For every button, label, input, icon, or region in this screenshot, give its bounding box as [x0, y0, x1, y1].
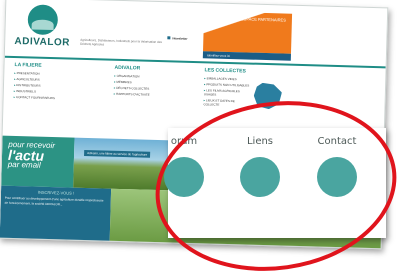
menu-item[interactable]: AGRICULTEURS [14, 77, 55, 82]
promo-line-3: par email [7, 159, 41, 170]
info-panel: INSCRIVEZ-VOUS ! Pour contribuer au déve… [0, 185, 112, 243]
menu-item[interactable]: DISTRIBUTEURS [14, 83, 55, 88]
menu-item[interactable]: ORGANISATION [114, 74, 150, 79]
menu-column-collectes: LES COLLECTES EMBALLAGES VIDES PRODUITS … [203, 67, 250, 109]
menu-item[interactable]: EMBALLAGES VIDES [204, 76, 250, 81]
partner-login-bar[interactable]: Identifiez-vous ici [202, 51, 291, 61]
menu-column-filiere: LA FILIERE PRESENTATION AGRICULTEURS DIS… [14, 62, 56, 102]
column-title: LA FILIERE [14, 61, 42, 69]
menu-column-adivalor: ADIVALOR ORGANISATION MEMBRES DÉCHETS CO… [114, 65, 151, 99]
tagline: Agriculteurs, Distributeurs, Industriels… [80, 37, 162, 47]
logo-emblem-icon [27, 4, 59, 36]
info-text: Pour contribuer au développement d'une a… [4, 195, 104, 207]
menu-item[interactable]: INDUSTRIELS [14, 89, 55, 94]
newsletter-promo[interactable]: pour recevoir l'actu par email [1, 135, 75, 188]
menu-item[interactable]: PRESENTATION [14, 71, 55, 76]
logo[interactable]: ADIVALOR [13, 4, 72, 49]
newsletter-link[interactable]: Newsletter [167, 36, 188, 41]
menu-item[interactable]: PRODUITS NON UTILISABLES [204, 82, 250, 87]
partner-area[interactable]: ESPACE PARTENAIRES Identifiez-vous ici [202, 11, 293, 61]
menu-item[interactable]: CONTACT FOURNISSEURS [14, 95, 55, 100]
menu-item[interactable]: LES FILMS AGRICOLES USAGÉS [204, 88, 250, 97]
brand-name: ADIVALOR [14, 35, 71, 49]
menu-item[interactable]: DÉCHETS COLLECTÉS [114, 86, 150, 91]
newsletter-label: Newsletter [172, 36, 188, 41]
site-header: ADIVALOR Agriculteurs, Distributeurs, In… [5, 0, 387, 64]
column-title: LES COLLECTES [204, 67, 246, 75]
column-title: ADIVALOR [114, 64, 141, 72]
menu-item[interactable]: MEMBRES [114, 80, 150, 85]
newsletter-icon [167, 36, 171, 40]
menu-item[interactable]: RAPPORTS D'ACTIVITÉ [114, 92, 150, 97]
